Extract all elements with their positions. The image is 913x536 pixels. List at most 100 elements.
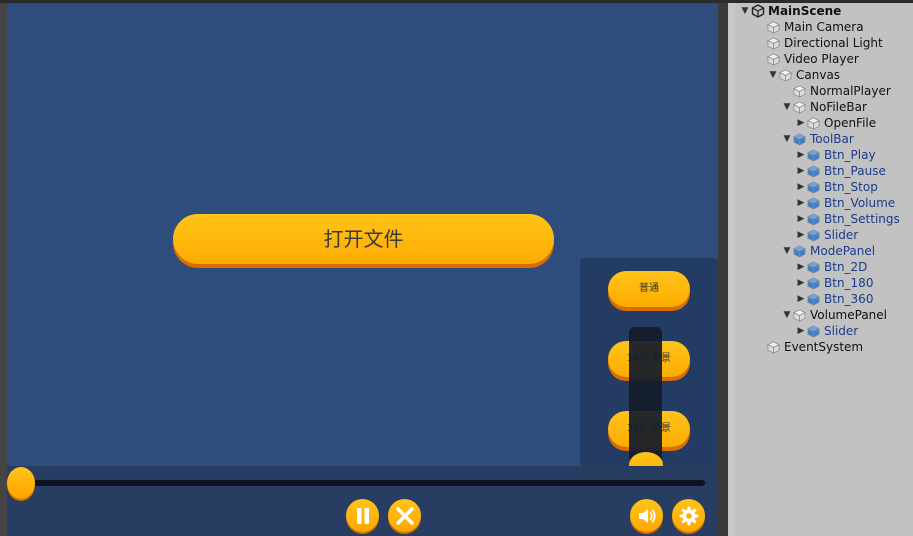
hierarchy-item[interactable]: ▶ Btn_180 (795, 275, 874, 291)
collapse-arrow-icon[interactable]: ▶ (795, 259, 807, 275)
hierarchy-item-label: Btn_Pause (824, 164, 886, 178)
gameobject-cube-icon (793, 309, 806, 322)
collapse-arrow-icon[interactable]: ▶ (795, 163, 807, 179)
gameobject-cube-icon (767, 37, 780, 50)
collapse-arrow-icon[interactable]: ▶ (795, 211, 807, 227)
hierarchy-item-label: Slider (824, 228, 859, 242)
pause-icon (356, 507, 369, 524)
prefab-cube-icon (807, 293, 820, 306)
hierarchy-item[interactable]: ▶ Btn_Stop (795, 179, 878, 195)
prefab-cube-icon (807, 229, 820, 242)
expand-arrow-icon[interactable]: ▼ (781, 99, 793, 115)
prefab-cube-icon (807, 213, 820, 226)
hierarchy-item[interactable]: ▶ Btn_Settings (795, 211, 900, 227)
hierarchy-item-label: Btn_Stop (824, 180, 878, 194)
hierarchy-item-label: OpenFile (824, 116, 877, 130)
collapse-arrow-icon[interactable]: ▶ (795, 179, 807, 195)
hierarchy-item[interactable]: Directional Light (767, 35, 883, 51)
expand-arrow-icon[interactable]: ▼ (767, 67, 779, 83)
hierarchy-item[interactable]: ▶ Btn_Play (795, 147, 876, 163)
scene-name: MainScene (768, 4, 842, 18)
hierarchy-item-label: Btn_2D (824, 260, 868, 274)
prefab-cube-icon (807, 197, 820, 210)
collapse-arrow-icon[interactable]: ▶ (795, 115, 807, 131)
game-view: 打开文件 普通 180°全景 360°全景 (7, 3, 718, 536)
gameobject-cube-icon (767, 53, 780, 66)
progress-slider-handle[interactable] (7, 467, 35, 499)
prefab-cube-icon (807, 277, 820, 290)
hierarchy-item-label: Btn_360 (824, 292, 874, 306)
gameobject-cube-icon (807, 117, 820, 130)
collapse-arrow-icon[interactable]: ▶ (795, 147, 807, 163)
hierarchy-item-label: Btn_180 (824, 276, 874, 290)
hierarchy-item-label: Btn_Settings (824, 212, 900, 226)
prefab-cube-icon (807, 325, 820, 338)
unity-scene-icon (751, 4, 765, 18)
volume-button[interactable] (630, 499, 663, 532)
hierarchy-item-label: Directional Light (784, 36, 883, 50)
close-icon (395, 506, 414, 525)
gear-icon (679, 506, 698, 525)
hierarchy-item-label: NormalPlayer (810, 84, 891, 98)
open-file-button[interactable]: 打开文件 (173, 214, 554, 264)
hierarchy-item-label: Canvas (796, 68, 841, 82)
hierarchy-item-label: Btn_Play (824, 148, 876, 162)
panel-gutter (728, 3, 735, 536)
prefab-cube-icon (807, 149, 820, 162)
prefab-cube-icon (807, 165, 820, 178)
stop-button[interactable] (388, 499, 421, 532)
hierarchy-item[interactable]: NormalPlayer (781, 83, 891, 99)
hierarchy-item[interactable]: Video Player (767, 51, 859, 67)
prefab-cube-icon (793, 245, 806, 258)
hierarchy-item[interactable]: ▼ NoFileBar (781, 99, 867, 115)
hierarchy-item[interactable]: ▶ Slider (795, 323, 859, 339)
hierarchy-item[interactable]: EventSystem (767, 339, 863, 355)
hierarchy-item[interactable]: ▶ Btn_2D (795, 259, 868, 275)
gameobject-cube-icon (779, 69, 792, 82)
hierarchy-item-label: ToolBar (810, 132, 854, 146)
hierarchy-item[interactable]: ▶ Btn_360 (795, 291, 874, 307)
hierarchy-item[interactable]: ▶ OpenFile (795, 115, 877, 131)
pause-button[interactable] (346, 499, 379, 532)
left-edge (0, 3, 7, 536)
collapse-arrow-icon[interactable]: ▶ (795, 275, 807, 291)
hierarchy-item-label: Main Camera (784, 20, 864, 34)
collapse-arrow-icon[interactable]: ▶ (795, 195, 807, 211)
mode-normal-button[interactable]: 普通 (608, 271, 690, 307)
hierarchy-item-label: Slider (824, 324, 859, 338)
gameobject-cube-icon (767, 341, 780, 354)
hierarchy-item[interactable]: ▼ Canvas (767, 67, 841, 83)
gameobject-cube-icon (793, 101, 806, 114)
hierarchy-item-label: Btn_Volume (824, 196, 896, 210)
volume-icon (638, 508, 656, 523)
settings-button[interactable] (672, 499, 705, 532)
prefab-cube-icon (807, 181, 820, 194)
hierarchy-item[interactable]: ▶ Slider (795, 227, 859, 243)
expand-arrow-icon[interactable]: ▼ (781, 243, 793, 259)
hierarchy-item[interactable]: ▼ VolumePanel (781, 307, 887, 323)
progress-slider-track[interactable] (23, 480, 705, 486)
hierarchy-item[interactable]: Main Camera (767, 19, 864, 35)
volume-slider-track[interactable] (629, 327, 662, 463)
scene-root[interactable]: ▼ MainScene (739, 3, 842, 19)
hierarchy-item[interactable]: ▶ Btn_Volume (795, 195, 896, 211)
expand-arrow-icon[interactable]: ▼ (781, 307, 793, 323)
hierarchy-item-label: EventSystem (784, 340, 864, 354)
hierarchy-item-label: ModePanel (810, 244, 876, 258)
hierarchy-panel: ▼ MainScene Main Camera Directional Light… (735, 3, 913, 536)
collapse-arrow-icon[interactable]: ▶ (795, 227, 807, 243)
hierarchy-item-label: VolumePanel (810, 308, 888, 322)
collapse-arrow-icon[interactable]: ▶ (795, 291, 807, 307)
hierarchy-item[interactable]: ▼ ToolBar (781, 131, 854, 147)
collapse-arrow-icon[interactable]: ▶ (795, 323, 807, 339)
hierarchy-item-label: NoFileBar (810, 100, 867, 114)
hierarchy-item[interactable]: ▼ ModePanel (781, 243, 876, 259)
prefab-cube-icon (793, 133, 806, 146)
expand-arrow-icon[interactable]: ▼ (739, 3, 751, 19)
hierarchy-item-label: Video Player (784, 52, 859, 66)
expand-arrow-icon[interactable]: ▼ (781, 131, 793, 147)
prefab-cube-icon (807, 261, 820, 274)
gameobject-cube-icon (767, 21, 780, 34)
hierarchy-item[interactable]: ▶ Btn_Pause (795, 163, 886, 179)
gameobject-cube-icon (793, 85, 806, 98)
